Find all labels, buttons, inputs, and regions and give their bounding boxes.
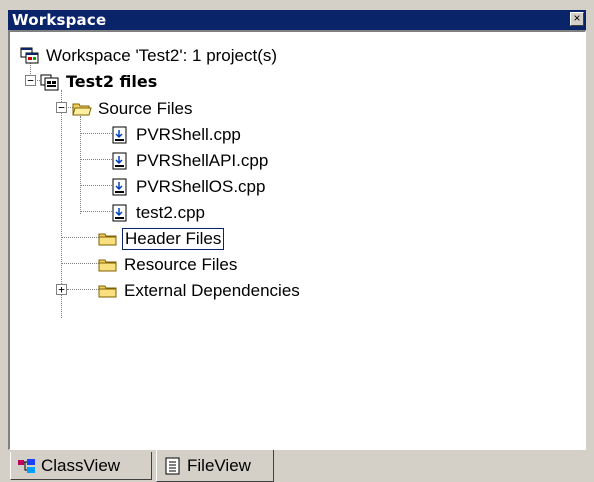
- file-tree[interactable]: − − + Workspace 'Test2': 1 project(s) Te…: [8, 30, 586, 450]
- tab-classview[interactable]: ClassView: [10, 452, 152, 480]
- tree-label: Header Files: [122, 228, 225, 250]
- tab-label: ClassView: [41, 455, 121, 475]
- tree-item-project[interactable]: Test2 files: [40, 70, 159, 94]
- tree-line: [61, 263, 99, 264]
- class-view-icon: [17, 457, 37, 475]
- title-bar: Workspace ×: [8, 10, 586, 30]
- folder-icon: [98, 230, 118, 248]
- tree-item-file[interactable]: PVRShell.cpp: [110, 123, 243, 147]
- tree-item-file[interactable]: PVRShellOS.cpp: [110, 175, 267, 199]
- tree-label: Source Files: [98, 99, 193, 118]
- cpp-file-icon: [110, 204, 130, 222]
- tree-label: PVRShellAPI.cpp: [136, 151, 269, 170]
- folder-open-icon: [72, 100, 92, 118]
- tree-label: Test2 files: [66, 72, 158, 91]
- collapse-source-toggle[interactable]: −: [56, 102, 67, 113]
- tree-label: test2.cpp: [136, 203, 205, 222]
- tree-line: [80, 133, 112, 134]
- workspace-panel: Workspace × − − + Workspace 'Test2': 1 p…: [0, 0, 594, 482]
- tab-fileview[interactable]: FileView: [156, 450, 274, 482]
- tree-item-source-files[interactable]: Source Files: [72, 97, 194, 121]
- tree-line: [80, 211, 112, 212]
- cpp-file-icon: [110, 152, 130, 170]
- tree-line: [61, 237, 99, 238]
- tree-item-resource-files[interactable]: Resource Files: [98, 253, 239, 277]
- tree-label: Resource Files: [124, 255, 238, 274]
- close-button[interactable]: ×: [570, 12, 584, 26]
- collapse-project-toggle[interactable]: −: [25, 75, 36, 86]
- tree-line: [80, 159, 112, 160]
- tree-line: [67, 289, 99, 290]
- tree-line: [80, 116, 81, 214]
- window-title: Workspace: [12, 11, 107, 29]
- workspace-icon: [20, 47, 40, 65]
- expand-external-toggle[interactable]: +: [56, 284, 67, 295]
- tree-item-file[interactable]: test2.cpp: [110, 201, 207, 225]
- tree-label: External Dependencies: [124, 281, 300, 300]
- close-icon: ×: [573, 11, 581, 25]
- tree-label: PVRShell.cpp: [136, 125, 241, 144]
- tree-label: PVRShellOS.cpp: [136, 177, 266, 196]
- tree-item-external-dependencies[interactable]: External Dependencies: [98, 279, 302, 303]
- tree-item-workspace[interactable]: Workspace 'Test2': 1 project(s): [20, 44, 279, 68]
- cpp-file-icon: [110, 126, 130, 144]
- view-tabs: ClassView FileView: [8, 450, 586, 482]
- file-view-icon: [163, 457, 183, 475]
- tree-item-header-files[interactable]: Header Files: [98, 227, 225, 251]
- folder-icon: [98, 256, 118, 274]
- tab-label: FileView: [187, 455, 251, 475]
- folder-icon: [98, 282, 118, 300]
- cpp-file-icon: [110, 178, 130, 196]
- tree-label: Workspace 'Test2': 1 project(s): [46, 46, 278, 65]
- project-icon: [40, 73, 60, 91]
- tree-item-file[interactable]: PVRShellAPI.cpp: [110, 149, 270, 173]
- tree-line: [80, 185, 112, 186]
